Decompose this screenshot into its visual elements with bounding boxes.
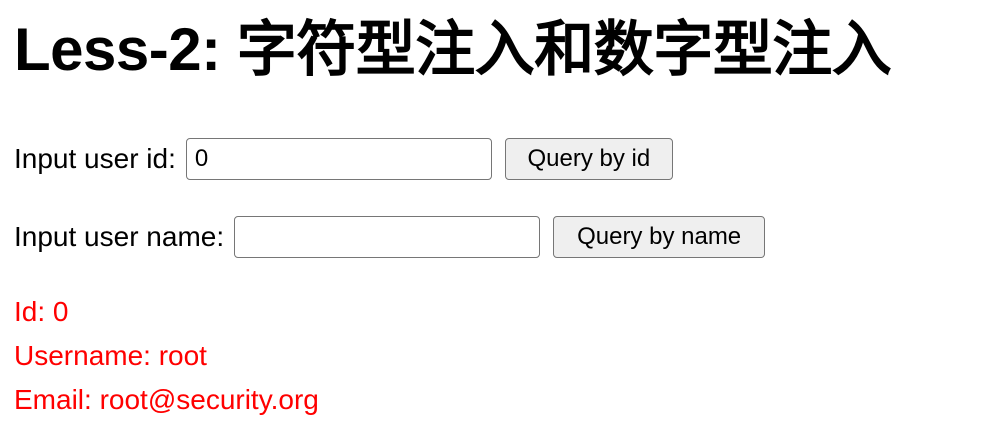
result-id: Id: 0 xyxy=(14,296,69,327)
user-id-input[interactable] xyxy=(185,138,492,180)
result-email: Email: root@security.org xyxy=(14,384,319,415)
query-by-name-form: Input user name: Query by name xyxy=(14,216,766,258)
query-result: Id: 0 Username: root Email: root@securit… xyxy=(14,290,319,422)
user-name-label: Input user name: xyxy=(14,221,225,252)
user-id-label: Input user id: xyxy=(14,143,176,174)
result-username: Username: root xyxy=(14,340,207,371)
query-by-name-button[interactable]: Query by name xyxy=(553,216,766,258)
user-name-input[interactable] xyxy=(234,216,541,258)
query-by-id-form: Input user id: Query by id xyxy=(14,138,673,180)
query-by-id-button[interactable]: Query by id xyxy=(504,138,673,180)
page-title: Less-2: 字符型注入和数字型注入 xyxy=(14,16,892,83)
